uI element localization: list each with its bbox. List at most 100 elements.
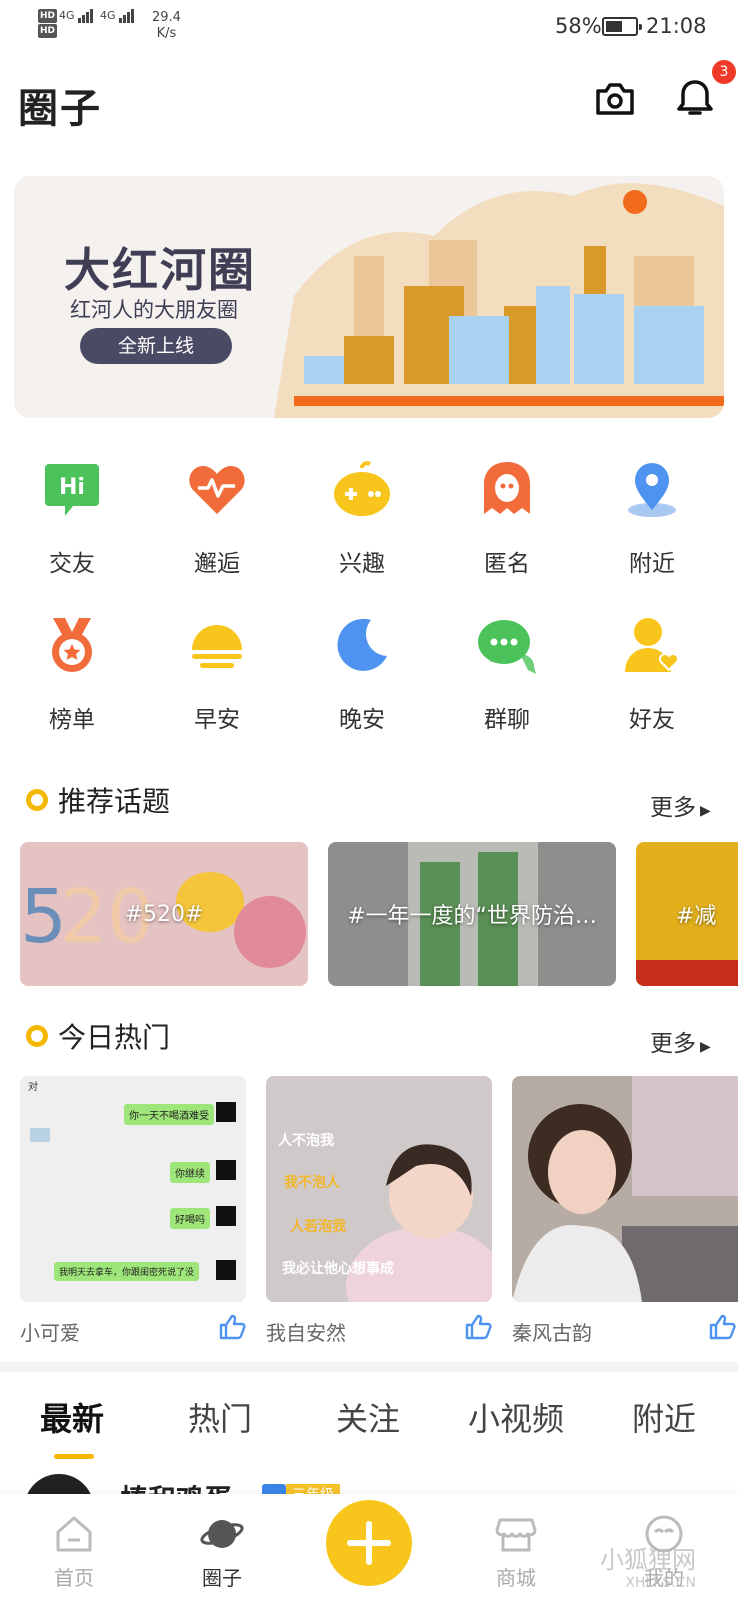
topic-card[interactable]: 5 20 #520# xyxy=(20,842,308,986)
gamepad-icon xyxy=(331,458,393,520)
more-label: 更多 xyxy=(650,795,696,821)
watermark: 小狐狸网 XHLKS.CN xyxy=(600,1540,696,1591)
home-icon xyxy=(52,1512,96,1556)
nav-label: 首页 xyxy=(54,1566,94,1590)
chat-bubble: 我明天去拿车，你跟闺密死说了没 xyxy=(54,1262,200,1281)
post-author[interactable]: 我自安然 xyxy=(266,1317,346,1346)
topic-card[interactable]: #减 xyxy=(636,842,738,986)
nav-store[interactable]: 商城 xyxy=(476,1512,556,1591)
section-dot-icon xyxy=(26,789,48,811)
photo-caption: 人不泡我 xyxy=(278,1133,334,1149)
ghost-icon xyxy=(476,458,538,520)
nav-label: 圈子 xyxy=(202,1566,242,1590)
grid-item-label: 群聊 xyxy=(484,707,530,733)
recommended-more-link[interactable]: 更多 ▶ xyxy=(650,788,711,822)
friend-icon xyxy=(621,614,683,676)
signal-icon: 4G xyxy=(59,9,94,23)
tab-underline xyxy=(54,1454,94,1459)
grid-item-label: 好友 xyxy=(629,707,675,733)
section-dot-icon xyxy=(26,1025,48,1047)
thumbs-up-icon[interactable] xyxy=(464,1313,492,1341)
banner[interactable]: 大红河圈 红河人的大朋友圈 全新上线 xyxy=(14,176,724,418)
chat-bubble: 好喝吗 xyxy=(170,1208,210,1229)
thumbs-up-icon[interactable] xyxy=(218,1313,246,1341)
hot-more-link[interactable]: 更多 ▶ xyxy=(650,1024,711,1058)
avatar xyxy=(216,1260,236,1280)
grid-item-5[interactable]: 榜单 xyxy=(22,614,122,734)
bell-icon[interactable] xyxy=(676,78,714,118)
nav-circle[interactable]: 圈子 xyxy=(182,1512,262,1591)
triangle-right-icon: ▶ xyxy=(700,1039,711,1055)
grid-item-7[interactable]: 晚安 xyxy=(312,614,412,734)
tab-short-video[interactable]: 小视频 xyxy=(468,1394,564,1440)
page-title: 圈子 xyxy=(18,86,102,132)
grid-item-label: 榜单 xyxy=(49,707,95,733)
tab-latest[interactable]: 最新 xyxy=(40,1394,104,1440)
battery-icon xyxy=(602,17,642,36)
grid-item-2[interactable]: 兴趣 xyxy=(312,458,412,578)
network-type: 4G xyxy=(59,9,75,22)
watermark-sub: XHLKS.CN xyxy=(625,1575,696,1591)
chat-bubble: 你一天不喝酒难受 xyxy=(124,1104,214,1125)
hot-post-image[interactable] xyxy=(512,1076,738,1302)
hot-header: 今日热门 xyxy=(26,1016,170,1056)
hot-post-image[interactable]: 人不泡我 我不泡人 人若泡我 我必让他心想事成 xyxy=(266,1076,492,1302)
hi-chat-icon: Hi xyxy=(41,458,103,520)
battery-percent: 58% xyxy=(555,14,602,38)
topic-label: #减 xyxy=(676,904,717,929)
signal-indicators: HD 4G 4G HD xyxy=(38,8,141,38)
plus-icon xyxy=(347,1521,391,1565)
recommended-header: 推荐话题 xyxy=(26,780,170,820)
photo xyxy=(512,1076,738,1302)
grid-item-9[interactable]: 好友 xyxy=(602,614,702,734)
svg-text:Hi: Hi xyxy=(59,475,85,500)
network-type: 4G xyxy=(100,9,116,22)
post-author[interactable]: 小可爱 xyxy=(20,1317,80,1346)
hd-badge: HD xyxy=(38,24,58,38)
moon-icon xyxy=(331,614,393,676)
grid-item-label: 晚安 xyxy=(339,707,385,733)
grid-item-label: 交友 xyxy=(49,551,95,577)
post-author[interactable]: 秦风古韵 xyxy=(512,1317,592,1346)
battery-fill xyxy=(606,21,623,32)
grid-item-4[interactable]: 附近 xyxy=(602,458,702,578)
camera-icon[interactable] xyxy=(594,82,636,116)
grid-item-label: 附近 xyxy=(629,551,675,577)
watermark-text: 小狐狸网 xyxy=(600,1546,696,1574)
notification-badge: 3 xyxy=(712,60,736,84)
hot-post-image[interactable]: 对 你一天不喝酒难受 你继续 好喝吗 我明天去拿车，你跟闺密死说了没 xyxy=(20,1076,246,1302)
grid-item-0[interactable]: Hi 交友 xyxy=(22,458,122,578)
avatar xyxy=(216,1160,236,1180)
city-illustration xyxy=(274,183,724,418)
speed-unit: K/s xyxy=(156,26,177,41)
grid-item-3[interactable]: 匿名 xyxy=(457,458,557,578)
location-pin-icon xyxy=(621,458,683,520)
status-bar: HD 4G 4G HD 29.4 K/s 58% 21:08 xyxy=(0,0,738,54)
nav-label: 商城 xyxy=(496,1566,536,1590)
signal-icon: 4G xyxy=(100,9,135,23)
nav-home[interactable]: 首页 xyxy=(34,1512,114,1591)
grid-item-label: 匿名 xyxy=(484,551,530,577)
network-speed: 29.4 K/s xyxy=(152,10,181,42)
plus-button[interactable] xyxy=(326,1500,412,1586)
banner-title: 大红河圈 xyxy=(64,243,256,297)
thumbs-up-icon[interactable] xyxy=(708,1313,736,1341)
banner-button[interactable]: 全新上线 xyxy=(80,328,232,364)
grid-item-1[interactable]: 邂逅 xyxy=(167,458,267,578)
clock: 21:08 xyxy=(646,14,707,38)
grid-item-8[interactable]: 群聊 xyxy=(457,614,557,734)
photo-caption: 我不泡人 xyxy=(284,1175,340,1191)
grid-item-6[interactable]: 早安 xyxy=(167,614,267,734)
triangle-right-icon: ▶ xyxy=(700,803,711,819)
grid-item-label: 兴趣 xyxy=(339,551,385,577)
planet-icon xyxy=(200,1512,244,1556)
grid-item-label: 早安 xyxy=(194,707,240,733)
recommended-title: 推荐话题 xyxy=(58,785,171,818)
tab-nearby[interactable]: 附近 xyxy=(632,1394,696,1440)
topic-card[interactable]: #一年一度的“世界防治… xyxy=(328,842,616,986)
topic-label: #一年一度的“世界防治… xyxy=(347,904,597,929)
tab-following[interactable]: 关注 xyxy=(336,1394,400,1440)
photo-caption: 人若泡我 xyxy=(290,1219,346,1235)
sunrise-icon xyxy=(186,614,248,676)
tab-hot[interactable]: 热门 xyxy=(188,1394,252,1440)
